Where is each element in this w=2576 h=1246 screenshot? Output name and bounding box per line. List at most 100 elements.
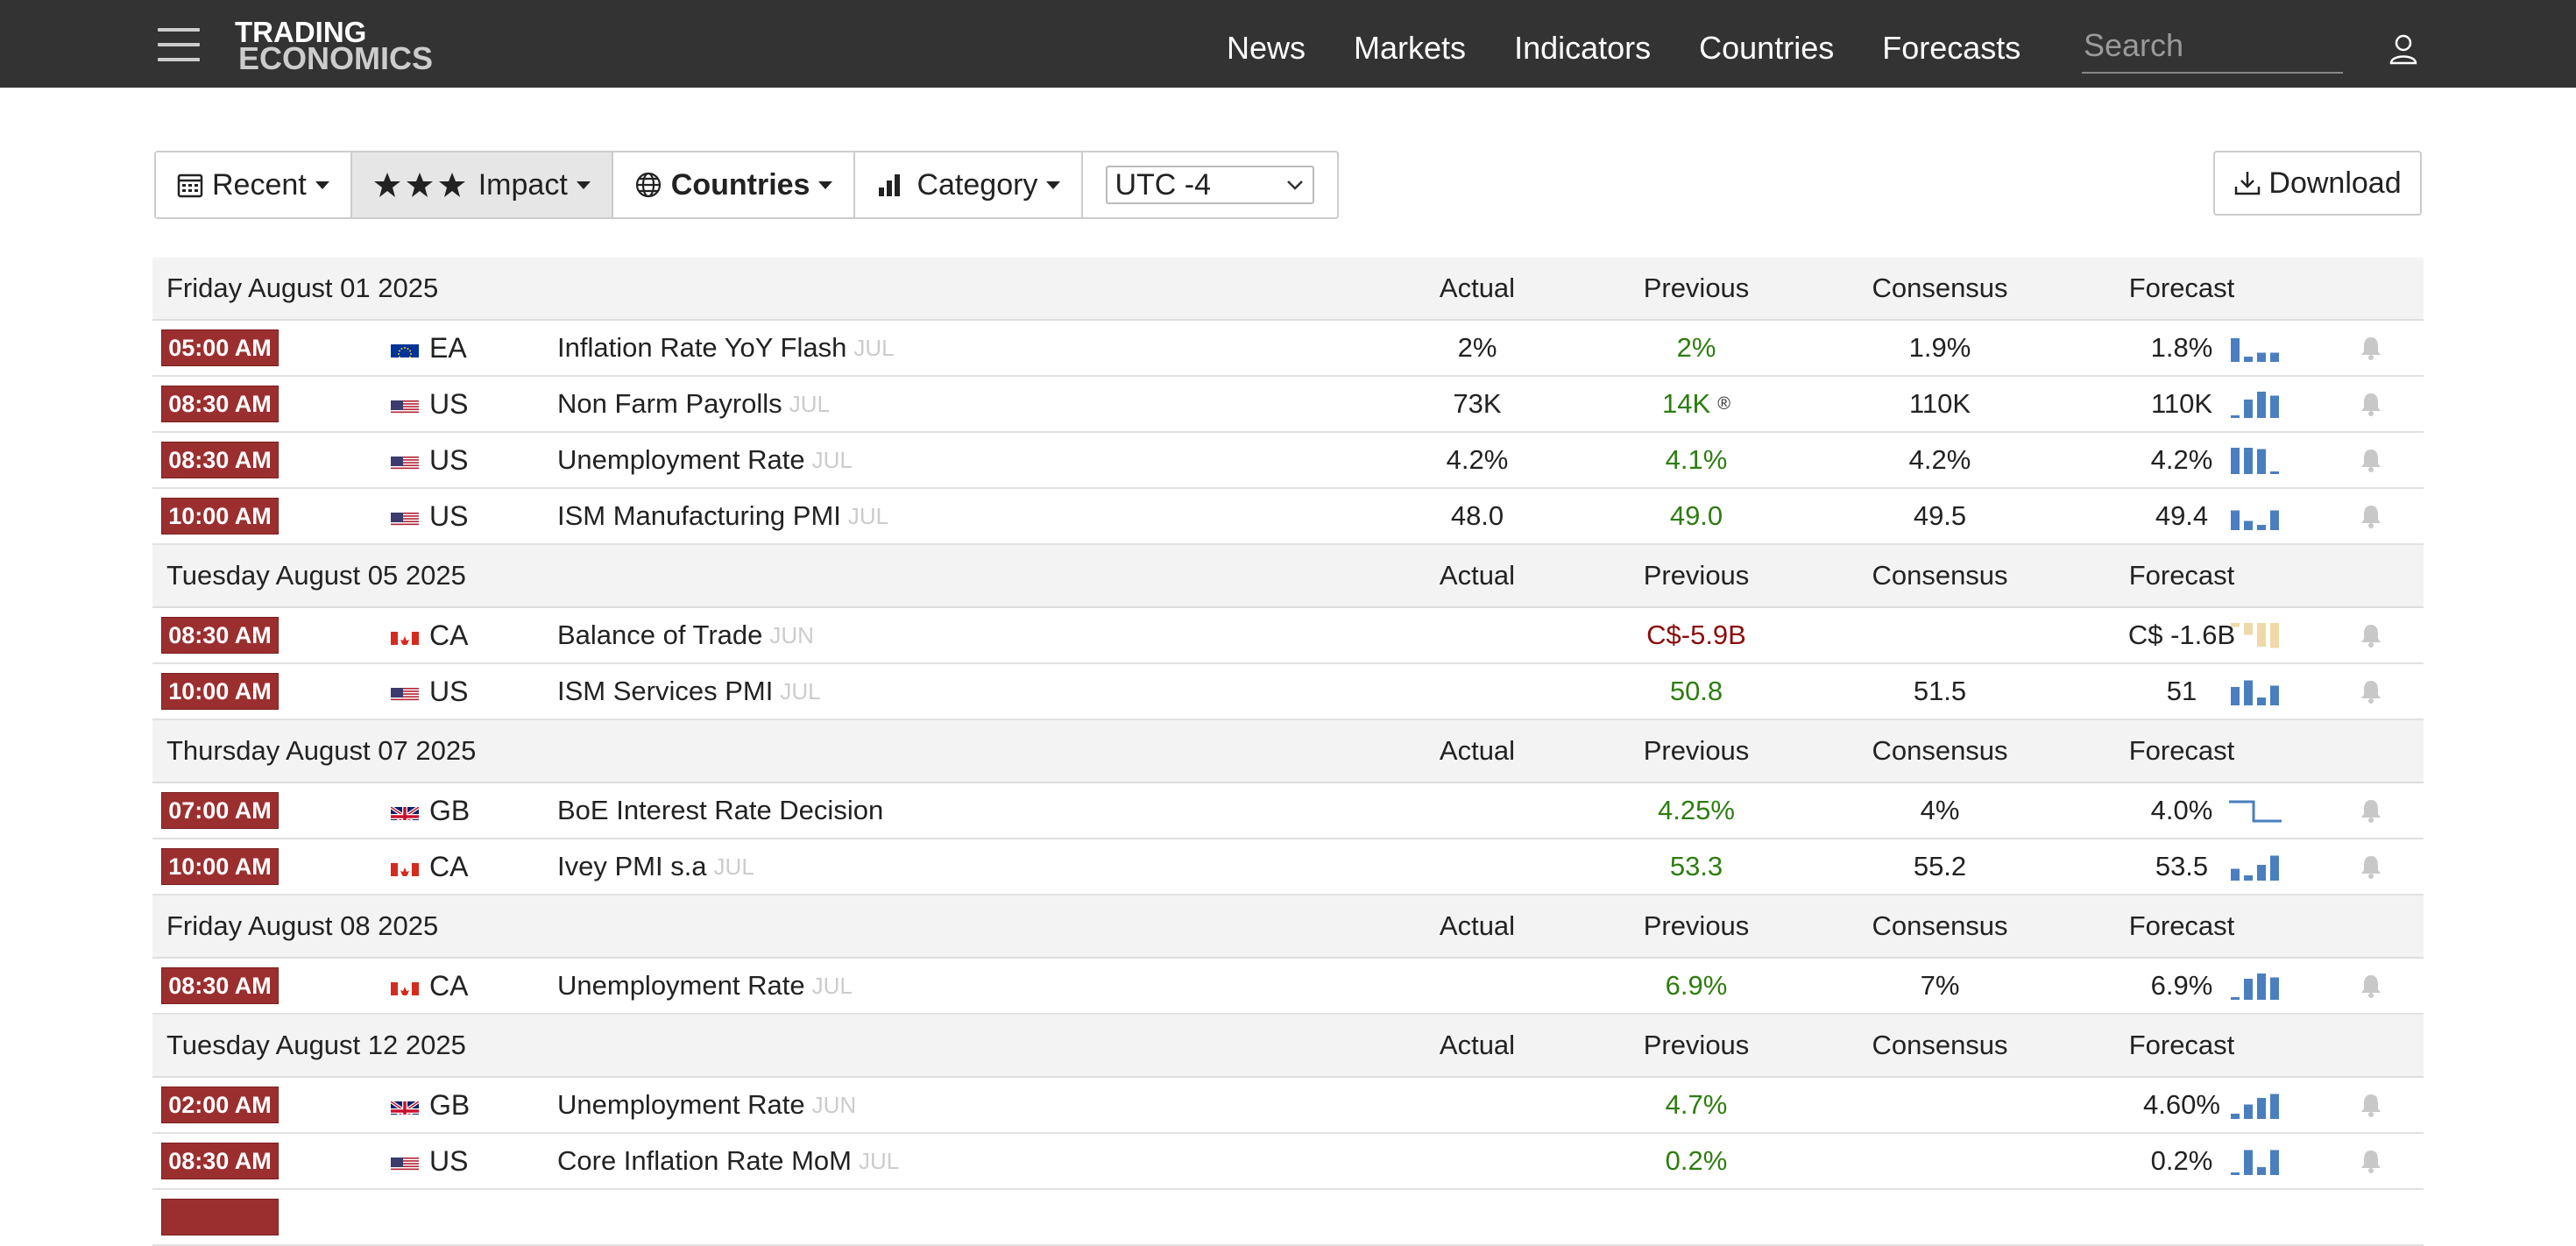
sparkline-chart[interactable] bbox=[2220, 321, 2290, 375]
bell-icon[interactable] bbox=[2360, 448, 2382, 472]
flag-ca-icon bbox=[391, 626, 419, 645]
event-country: US bbox=[391, 489, 468, 543]
previous-value-text: 49.0 bbox=[1669, 500, 1723, 531]
alert-bell[interactable] bbox=[2353, 1078, 2388, 1132]
sparkline-icon[interactable] bbox=[2227, 334, 2283, 362]
event-row-partial[interactable] bbox=[152, 1190, 2424, 1246]
event-time-badge: 08:30 AM bbox=[161, 386, 279, 422]
sparkline-icon[interactable] bbox=[2227, 972, 2283, 1000]
countries-filter-button[interactable]: Countries bbox=[612, 152, 856, 217]
sparkline-icon[interactable] bbox=[2227, 1091, 2283, 1119]
alert-bell[interactable] bbox=[2353, 608, 2388, 662]
nav-news[interactable]: News bbox=[1227, 30, 1306, 67]
bell-icon[interactable] bbox=[2360, 798, 2382, 823]
day-header-row: Friday August 08 2025 Actual Previous Conse… bbox=[152, 896, 2424, 959]
bell-icon[interactable] bbox=[2360, 623, 2382, 648]
sparkline-chart[interactable] bbox=[2220, 1078, 2290, 1132]
category-filter-button[interactable]: Category bbox=[855, 152, 1084, 217]
sparkline-chart[interactable] bbox=[2220, 959, 2290, 1013]
sparkline-icon[interactable] bbox=[2227, 853, 2283, 881]
sparkline-icon[interactable] bbox=[2227, 1147, 2283, 1175]
alert-bell[interactable] bbox=[2353, 321, 2388, 375]
alert-bell[interactable] bbox=[2353, 783, 2388, 838]
nav-markets[interactable]: Markets bbox=[1354, 30, 1466, 67]
alert-bell[interactable] bbox=[2353, 664, 2388, 719]
search-input[interactable] bbox=[2082, 26, 2339, 65]
bell-icon[interactable] bbox=[2360, 1093, 2382, 1117]
bell-icon[interactable] bbox=[2360, 504, 2382, 528]
event-row[interactable]: 08:30 AM US Non Farm Payrolls JUL 73K 14K ® 110… bbox=[152, 377, 2424, 433]
impact-filter-button[interactable]: Impact bbox=[351, 152, 613, 217]
event-name-link[interactable]: Unemployment Rate JUN bbox=[557, 1078, 856, 1132]
event-name-link[interactable]: Inflation Rate YoY Flash JUL bbox=[557, 321, 895, 375]
bell-icon[interactable] bbox=[2360, 679, 2382, 704]
sparkline-icon[interactable] bbox=[2227, 677, 2283, 705]
country-code: US bbox=[429, 443, 469, 476]
alert-bell[interactable] bbox=[2353, 433, 2388, 487]
event-row[interactable]: 07:00 AM GB BoE Interest Rate Decision 4.25… bbox=[152, 783, 2424, 839]
sparkline-chart[interactable] bbox=[2220, 1134, 2290, 1188]
event-name-link[interactable]: Ivey PMI s.a JUL bbox=[557, 839, 754, 894]
event-row[interactable]: 08:30 AM US Core Inflation Rate MoM JUL 0.2%… bbox=[152, 1134, 2424, 1190]
event-name-link[interactable]: Unemployment Rate JUL bbox=[557, 433, 853, 487]
event-name-link[interactable]: ISM Manufacturing PMI JUL bbox=[557, 489, 888, 543]
alert-bell[interactable] bbox=[2353, 839, 2388, 894]
bell-icon[interactable] bbox=[2360, 854, 2382, 879]
sparkline-chart[interactable] bbox=[2220, 489, 2290, 543]
event-name-link[interactable]: BoE Interest Rate Decision bbox=[557, 783, 883, 838]
consensus-value: 7% bbox=[1920, 970, 1960, 1001]
bell-icon[interactable] bbox=[2360, 973, 2382, 998]
download-button[interactable]: Download bbox=[2213, 151, 2422, 216]
site-logo[interactable]: TRADING ECONOMICS bbox=[235, 18, 433, 74]
event-row[interactable]: 02:00 AM GB Unemployment Rate JUN 4.7% 4.60% bbox=[152, 1078, 2424, 1134]
filter-bar: Recent Impact Countries Category UTC -4 bbox=[154, 151, 1340, 219]
event-reference-period: JUL bbox=[811, 972, 853, 999]
event-name-link[interactable]: ISM Services PMI JUL bbox=[557, 664, 821, 719]
alert-bell[interactable] bbox=[2353, 959, 2388, 1013]
user-icon[interactable] bbox=[2388, 33, 2418, 69]
event-name-link[interactable]: Core Inflation Rate MoM JUL bbox=[557, 1134, 899, 1188]
sparkline-bar bbox=[2270, 855, 2279, 881]
column-header-consensus: Consensus bbox=[1872, 1030, 2008, 1060]
alert-bell[interactable] bbox=[2353, 1134, 2388, 1188]
previous-value: 4.7% bbox=[1609, 1078, 1784, 1132]
consensus-value bbox=[1852, 1078, 2028, 1132]
sparkline-icon[interactable] bbox=[2227, 796, 2283, 825]
event-name-link[interactable]: Non Farm Payrolls JUL bbox=[557, 377, 830, 431]
sparkline-icon[interactable] bbox=[2227, 502, 2283, 530]
country-code: GB bbox=[429, 794, 471, 826]
sparkline-icon[interactable] bbox=[2227, 390, 2283, 418]
timezone-select[interactable]: UTC -4 bbox=[1106, 166, 1315, 204]
sparkline-chart[interactable] bbox=[2220, 664, 2290, 719]
bell-icon[interactable] bbox=[2360, 336, 2382, 360]
event-row[interactable]: 08:30 AM CA Unemployment Rate JUL 6.9% 7% 6.9% bbox=[152, 959, 2424, 1015]
sparkline-icon[interactable] bbox=[2227, 446, 2283, 474]
alert-bell[interactable] bbox=[2353, 489, 2388, 543]
event-country: GB bbox=[391, 783, 470, 838]
event-name-link[interactable]: Balance of Trade JUN bbox=[557, 608, 814, 662]
bell-icon[interactable] bbox=[2360, 392, 2382, 416]
nav-forecasts[interactable]: Forecasts bbox=[1882, 30, 2020, 67]
column-header-forecast: Forecast bbox=[2128, 560, 2235, 591]
sparkline-chart[interactable] bbox=[2220, 608, 2290, 662]
event-row[interactable]: 10:00 AM US ISM Manufacturing PMI JUL 48.0 49… bbox=[152, 489, 2424, 545]
event-row[interactable]: 10:00 AM CA Ivey PMI s.a JUL 53.3 55.2 53.5 bbox=[152, 839, 2424, 896]
alert-bell[interactable] bbox=[2353, 377, 2388, 431]
bell-icon[interactable] bbox=[2360, 1149, 2382, 1173]
sparkline-chart[interactable] bbox=[2220, 839, 2290, 894]
sparkline-chart[interactable] bbox=[2220, 433, 2290, 487]
event-name-link[interactable]: Unemployment Rate JUL bbox=[557, 959, 853, 1013]
event-time-badge: 08:30 AM bbox=[161, 967, 279, 1004]
consensus-value: 4.2% bbox=[1908, 444, 1971, 475]
sparkline-chart[interactable] bbox=[2220, 377, 2290, 431]
event-row[interactable]: 05:00 AM EA Inflation Rate YoY Flash JUL 2% 2… bbox=[152, 321, 2424, 377]
sparkline-chart[interactable] bbox=[2220, 783, 2290, 838]
event-row[interactable]: 08:30 AM US Unemployment Rate JUL 4.2% 4.1% 4.… bbox=[152, 433, 2424, 489]
event-row[interactable]: 10:00 AM US ISM Services PMI JUL 50.8 51.5 51 bbox=[152, 664, 2424, 720]
menu-icon[interactable] bbox=[158, 28, 200, 61]
nav-countries[interactable]: Countries bbox=[1699, 30, 1834, 67]
sparkline-icon[interactable] bbox=[2227, 621, 2283, 649]
recent-filter-button[interactable]: Recent bbox=[156, 152, 352, 217]
event-row[interactable]: 08:30 AM CA Balance of Trade JUN C$-5.9B C$ -… bbox=[152, 608, 2424, 664]
nav-indicators[interactable]: Indicators bbox=[1514, 30, 1651, 67]
